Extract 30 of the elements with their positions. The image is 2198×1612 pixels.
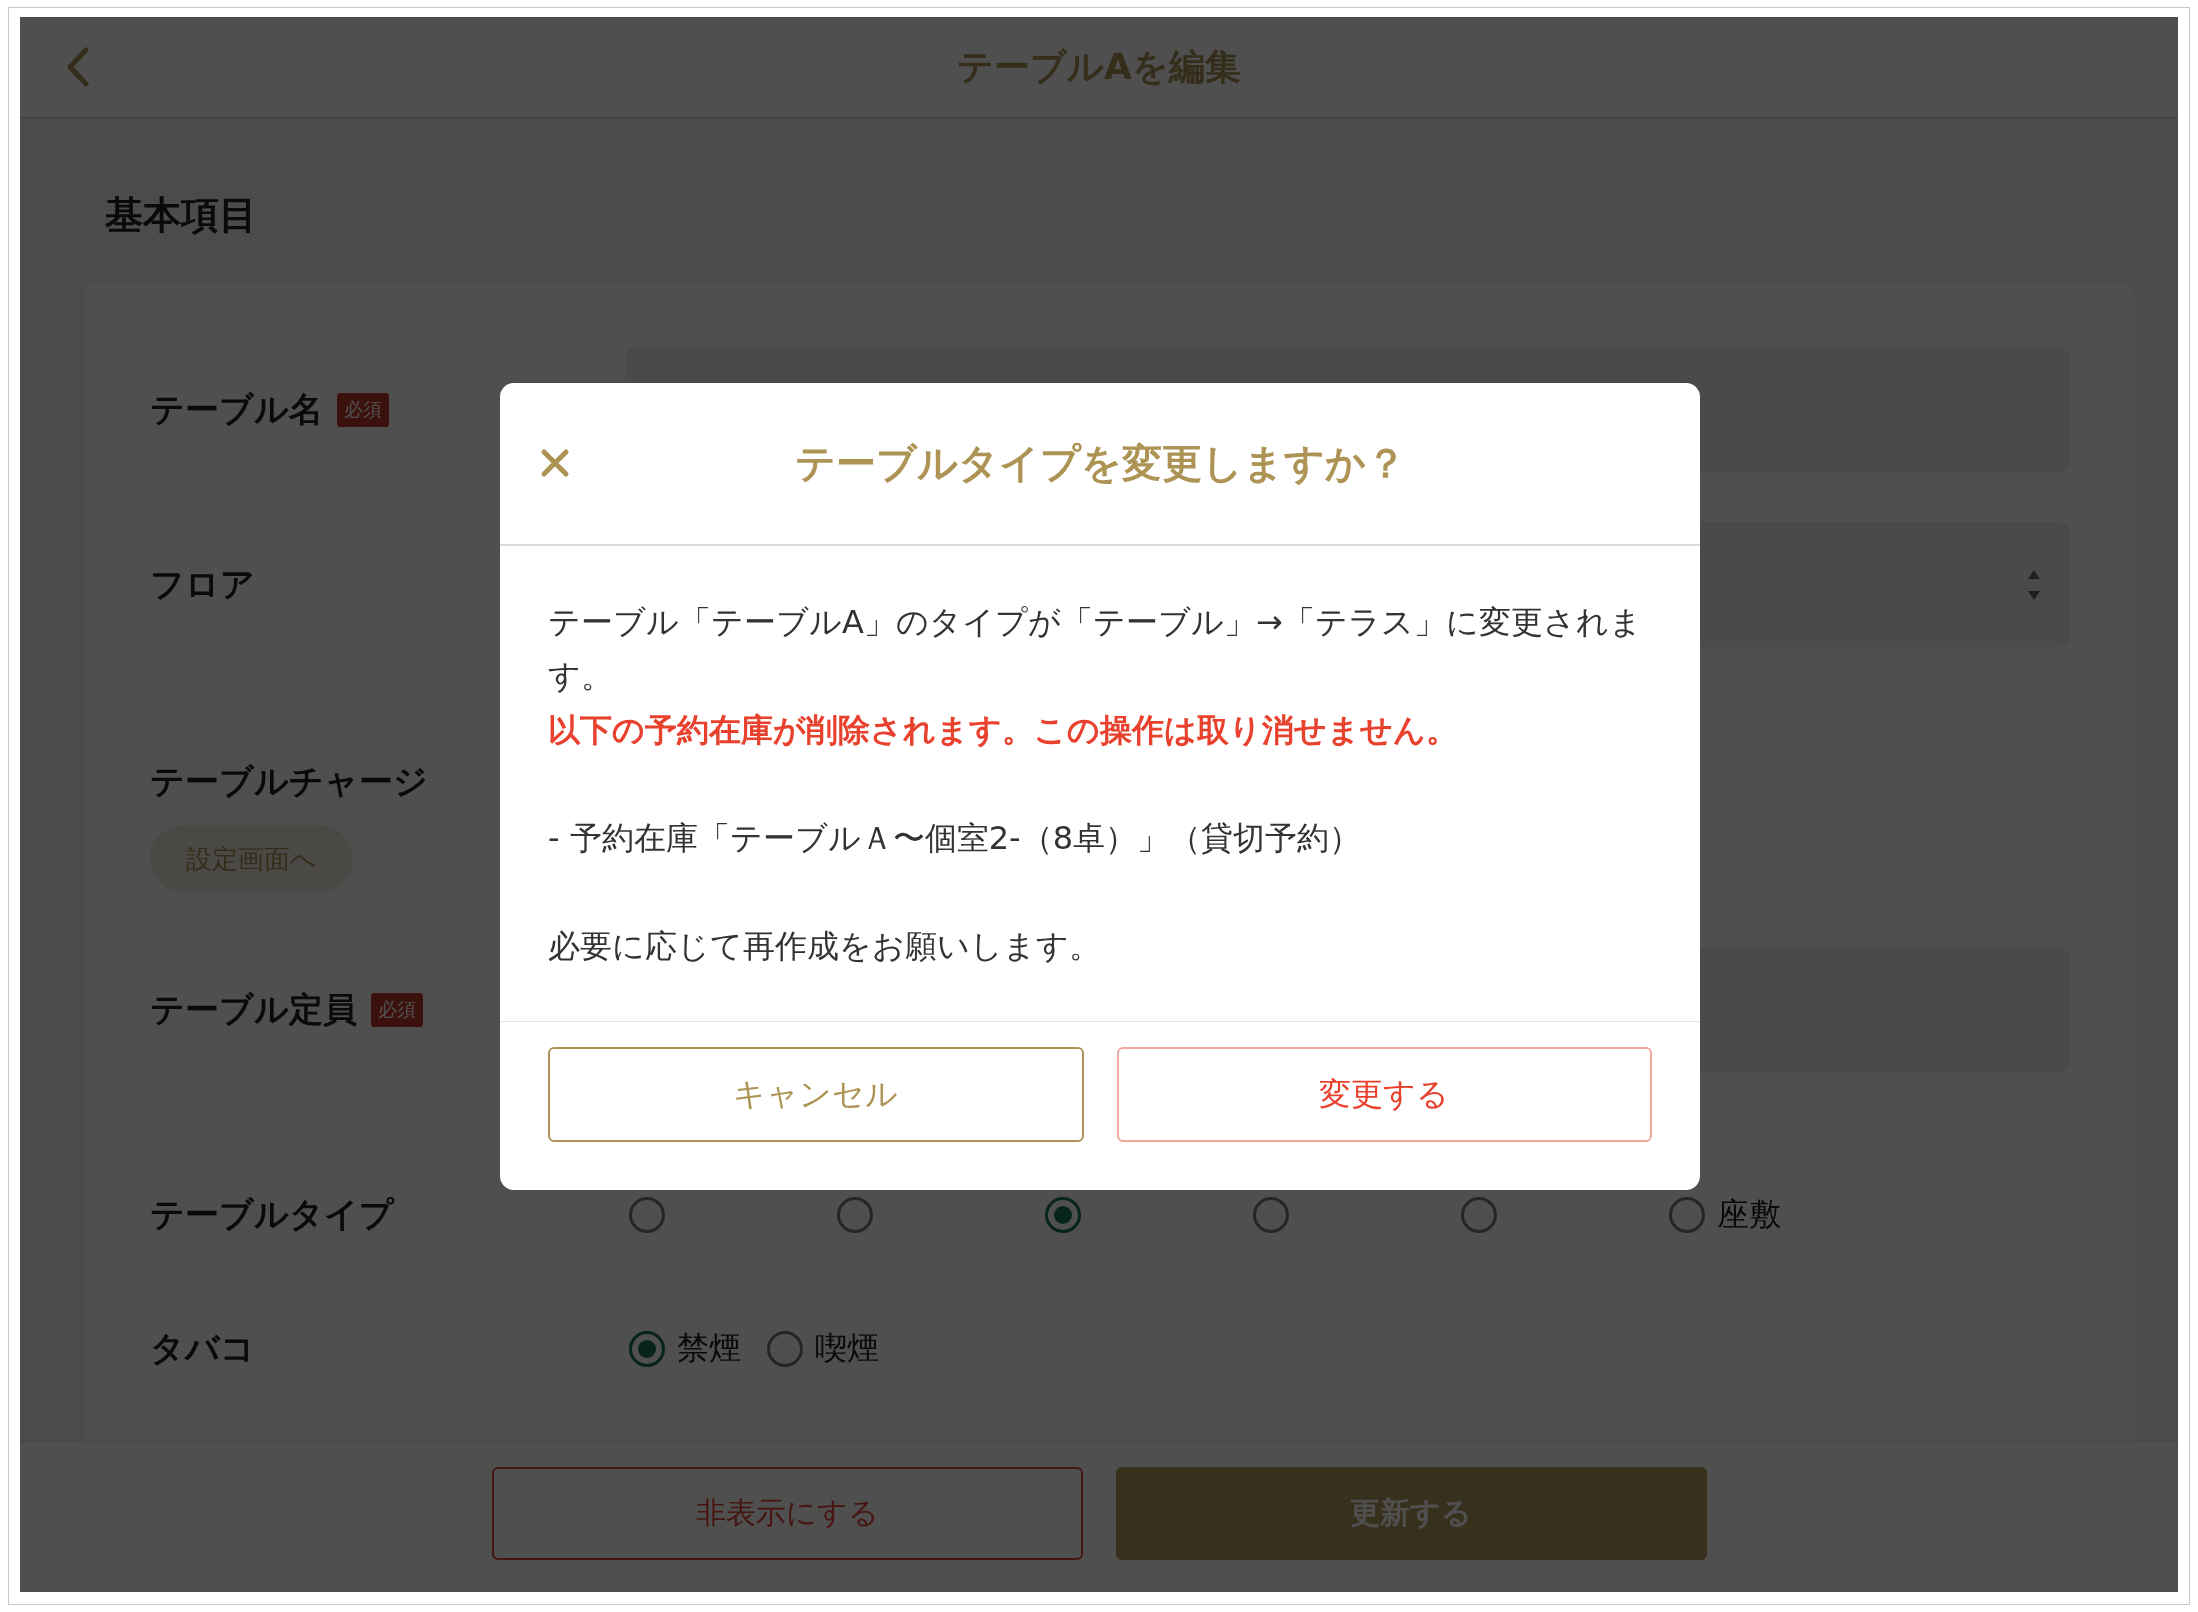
radio-label: 禁煙 — [677, 1328, 741, 1369]
dialog-title: テーブルタイプを変更しますか？ — [794, 439, 1406, 488]
field-label: フロア — [150, 562, 255, 606]
required-badge: 必須 — [337, 392, 389, 427]
radio-button[interactable] — [1461, 1197, 1497, 1233]
radio-button[interactable] — [1669, 1197, 1705, 1233]
field-label: テーブル名 — [150, 387, 323, 431]
dialog-text: テーブル「テーブルA」のタイプが「テーブル」→「テラス」に変更されます。 — [548, 602, 1643, 697]
required-badge: 必須 — [371, 992, 423, 1027]
field-label: テーブルチャージ — [150, 760, 428, 803]
radio-label: 座敷 — [1717, 1194, 1781, 1235]
dialog-text: 必要に応じて再作成をお願いします。 — [548, 926, 1102, 967]
radio-button[interactable] — [1253, 1197, 1289, 1233]
radio-button[interactable] — [629, 1197, 665, 1233]
dialog-text: - 予約在庫「テーブルＡ〜個室2-（8卓）」（貸切予約） — [548, 818, 1362, 859]
close-icon[interactable] — [540, 448, 570, 478]
cancel-button[interactable]: キャンセル — [548, 1047, 1084, 1142]
confirm-button[interactable]: 変更する — [1116, 1047, 1652, 1142]
back-chevron-icon[interactable] — [66, 47, 90, 87]
radio-button[interactable] — [629, 1331, 665, 1367]
radio-button[interactable] — [1045, 1197, 1081, 1233]
warning-text: 以下の予約在庫が削除されます。この操作は取り消せません。 — [548, 710, 1459, 751]
field-label: タバコ — [150, 1327, 255, 1370]
radio-button[interactable] — [837, 1197, 873, 1233]
section-title: 基本項目 — [105, 192, 258, 239]
field-label: テーブルタイプ — [150, 1193, 394, 1236]
radio-button[interactable] — [767, 1331, 803, 1367]
field-label: テーブル定員 — [150, 987, 357, 1031]
hide-button[interactable]: 非表示にする — [491, 1466, 1083, 1560]
radio-label: 喫煙 — [815, 1328, 879, 1369]
